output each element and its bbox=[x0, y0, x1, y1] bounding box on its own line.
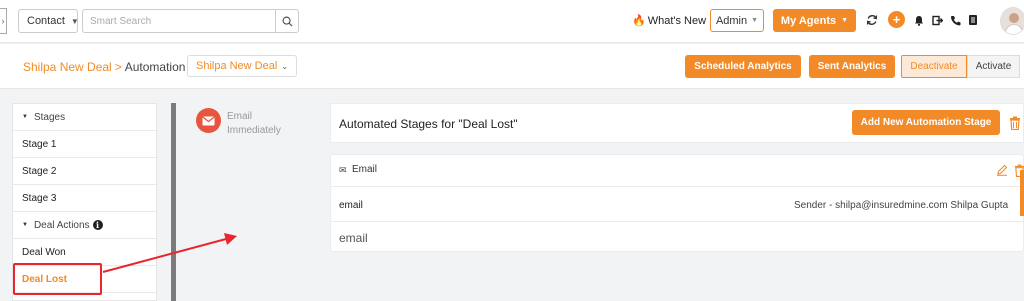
email-trigger-badge bbox=[196, 108, 221, 133]
email-card-title: Email bbox=[352, 164, 378, 175]
search-icon bbox=[282, 16, 293, 27]
timeline-divider bbox=[171, 103, 176, 301]
user-avatar[interactable] bbox=[1000, 7, 1024, 35]
sent-analytics-button[interactable]: Sent Analytics bbox=[809, 55, 895, 78]
avatar-body bbox=[1005, 24, 1023, 34]
breadcrumb-deal-link[interactable]: Shilpa New Deal bbox=[23, 60, 112, 74]
email-template-name: email bbox=[339, 231, 368, 245]
whats-new-label: What's New bbox=[647, 15, 707, 27]
notes-icon[interactable] bbox=[965, 12, 981, 28]
bell-icon[interactable] bbox=[911, 12, 927, 28]
phone-icon[interactable] bbox=[947, 12, 963, 28]
sidebar-group-stages[interactable]: ▼ Stages bbox=[13, 104, 156, 131]
page-subheader: Shilpa New Deal > Automation Shilpa New De… bbox=[0, 44, 1024, 89]
trash-icon[interactable] bbox=[1009, 116, 1021, 130]
admin-select-label: Admin bbox=[715, 14, 748, 27]
logout-icon[interactable] bbox=[929, 12, 945, 28]
add-automation-stage-button[interactable]: Add New Automation Stage bbox=[852, 110, 1000, 135]
email-trigger-label: Email Immediately bbox=[227, 111, 281, 136]
chevron-down-icon: ▼ bbox=[751, 17, 759, 24]
sidebar-item-deal-won[interactable]: Deal Won bbox=[13, 239, 156, 266]
search-button[interactable] bbox=[275, 9, 299, 33]
info-icon[interactable]: i bbox=[92, 220, 103, 230]
email-sender-row: email Sender - shilpa@insuredmine.com Sh… bbox=[331, 188, 1023, 222]
admin-select[interactable]: Admin ▼ bbox=[710, 9, 764, 32]
my-agents-label: My Agents bbox=[780, 14, 837, 27]
email-action-card: ✉ Email email Sender - shilpa@insuredmin… bbox=[330, 154, 1024, 252]
chevron-down-icon: ⌄ bbox=[281, 61, 289, 71]
refresh-icon[interactable] bbox=[864, 12, 880, 28]
activate-button[interactable]: Activate bbox=[967, 55, 1020, 78]
envelope-icon bbox=[202, 115, 215, 125]
sidebar-item-label: Deal Won bbox=[22, 246, 66, 258]
envelope-icon: ✉ bbox=[339, 165, 347, 175]
avatar-head bbox=[1009, 13, 1019, 23]
breadcrumb-separator: > bbox=[114, 60, 122, 74]
email-card-header: ✉ Email bbox=[331, 155, 1024, 187]
top-bar: › Contact ▼ Smart Search 🔥 What's New Adm… bbox=[0, 0, 1024, 43]
smart-search-input[interactable]: Smart Search bbox=[82, 9, 275, 33]
chevron-down-icon: ▼ bbox=[841, 17, 849, 24]
breadcrumb: Shilpa New Deal > Automation bbox=[23, 60, 185, 74]
breadcrumb-current: Automation bbox=[124, 60, 186, 74]
side-panel-tab[interactable] bbox=[1020, 170, 1024, 216]
sidebar-item-label: Stage 3 bbox=[22, 192, 57, 204]
sidebar-item-label: Stage 1 bbox=[22, 138, 57, 150]
deal-select[interactable]: Shilpa New Deal ⌄ bbox=[187, 55, 297, 77]
caret-down-icon: ▼ bbox=[22, 114, 28, 120]
deactivate-button[interactable]: Deactivate bbox=[901, 55, 967, 78]
caret-down-icon: ▼ bbox=[22, 222, 28, 228]
edit-icon[interactable] bbox=[996, 164, 1008, 176]
whats-new-link[interactable]: 🔥 What's New bbox=[632, 14, 706, 27]
email-row-key: email bbox=[339, 200, 363, 211]
automated-stages-title: Automated Stages for "Deal Lost" bbox=[339, 117, 518, 131]
deal-select-label: Shilpa New Deal bbox=[195, 60, 278, 72]
email-sender-value: Sender - shilpa@insuredmine.com Shilpa G… bbox=[794, 200, 1009, 211]
sidebar-item-stage-1[interactable]: Stage 1 bbox=[13, 131, 156, 158]
add-plus-icon[interactable]: + bbox=[888, 11, 905, 28]
sidebar-toggle-handle[interactable]: › bbox=[0, 8, 7, 34]
contact-type-select[interactable]: Contact ▼ bbox=[18, 9, 79, 33]
annotation-highlight-box bbox=[13, 263, 102, 295]
sidebar-group-label: Stages bbox=[33, 111, 66, 123]
scheduled-analytics-button[interactable]: Scheduled Analytics bbox=[685, 55, 801, 78]
my-agents-button[interactable]: My Agents ▼ bbox=[773, 9, 856, 32]
chevron-down-icon: ▼ bbox=[70, 16, 79, 26]
sidebar-item-stage-2[interactable]: Stage 2 bbox=[13, 158, 156, 185]
automated-stages-header: Automated Stages for "Deal Lost" Add New… bbox=[330, 103, 1024, 143]
contact-type-select-label: Contact bbox=[27, 15, 65, 27]
sidebar-item-label: Stage 2 bbox=[22, 165, 57, 177]
sidebar-group-label: Deal Actions bbox=[33, 219, 90, 231]
flame-icon: 🔥 bbox=[632, 15, 646, 27]
sidebar-group-deal-actions[interactable]: ▼ Deal Actions i bbox=[13, 212, 156, 239]
sidebar-item-stage-3[interactable]: Stage 3 bbox=[13, 185, 156, 212]
